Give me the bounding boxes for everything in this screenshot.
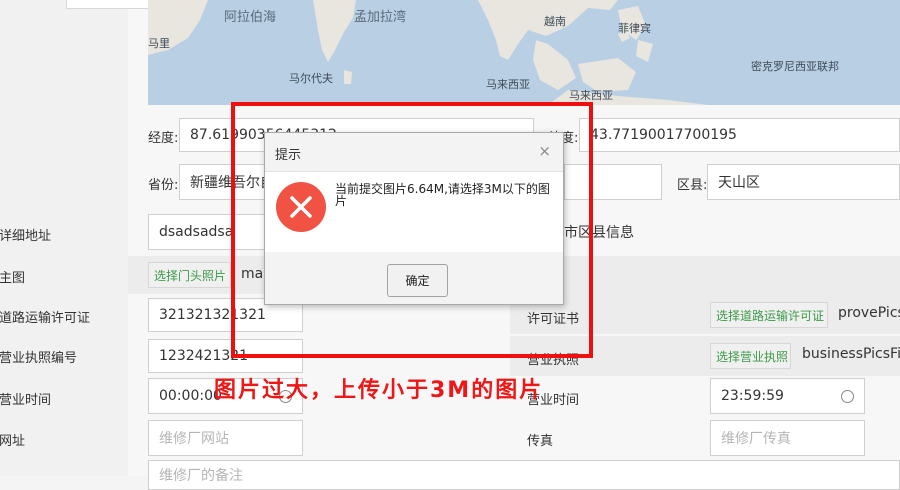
map-label-micronesia: 密克罗尼西亚联邦: [751, 60, 839, 73]
label-longitude: 经度:: [148, 131, 179, 146]
remark-textarea[interactable]: 维修厂的备注: [148, 460, 900, 490]
label-business-license-no: 营业执照编号: [0, 351, 78, 366]
map-label-mali: 马里: [148, 37, 170, 50]
map-label-arabian-sea: 阿拉伯海: [224, 10, 277, 25]
latitude-input[interactable]: 43.77190017700195: [579, 118, 900, 152]
label-fax: 传真: [527, 434, 554, 449]
annotation-highlight-box: [231, 102, 593, 358]
map-label-vietnam: 越南: [544, 15, 566, 28]
annotation-caption: 图片过大，上传小于3M的图片: [214, 378, 544, 403]
clock-icon: [841, 389, 854, 403]
business-hours-start-value: 00:00:00: [159, 388, 222, 404]
label-website: 网址: [0, 434, 26, 449]
business-hours-end-value: 23:59:59: [721, 388, 784, 404]
business-hours-end[interactable]: 23:59:59: [710, 378, 865, 414]
label-province: 省份:: [148, 178, 179, 193]
fax-input[interactable]: 维修厂传真: [710, 420, 865, 456]
map-label-philippines: 菲律宾: [618, 22, 651, 35]
map-label-maldives: 马尔代夫: [289, 72, 333, 85]
label-district: 区县:: [677, 178, 708, 193]
map-label-malaysia-2: 马来西亚: [569, 89, 613, 102]
map-label-malaysia-1: 马来西亚: [486, 78, 530, 91]
choose-business-license-button[interactable]: 选择营业执照: [710, 343, 791, 369]
business-license-filename: businessPicsFil: [802, 346, 900, 362]
website-input[interactable]: 维修厂网站: [148, 420, 303, 456]
choose-storefront-photo-button[interactable]: 选择门头照片: [148, 262, 231, 288]
label-business-hours: 营业时间: [0, 393, 52, 408]
district-select[interactable]: 天山区: [707, 164, 900, 200]
label-detail-address: 详细地址: [0, 229, 52, 244]
transport-license-filename: provePics: [838, 305, 900, 321]
map-label-bay-of-bengal: 孟加拉湾: [354, 10, 407, 25]
label-transport-license: 道路运输许可证: [0, 311, 91, 326]
location-map[interactable]: 阿拉伯海 孟加拉湾 越南 菲律宾 马里 马尔代夫 马来西亚 马来西亚 密克罗尼西…: [148, 0, 900, 105]
choose-transport-license-button[interactable]: 选择道路运输许可证: [710, 302, 828, 328]
label-main-image: 主图: [0, 271, 26, 286]
